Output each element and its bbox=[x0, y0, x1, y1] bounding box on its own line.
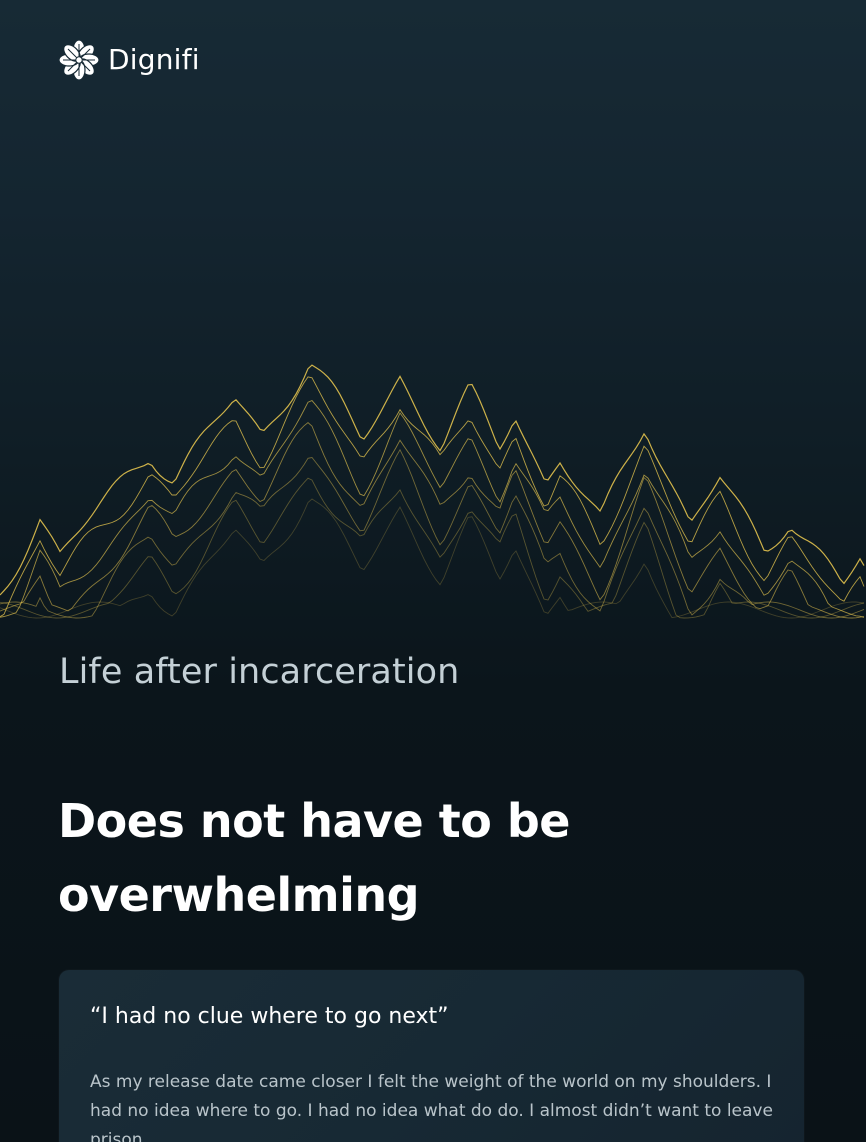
testimonial-quote: “I had no clue where to go next” bbox=[90, 1004, 449, 1029]
hero-subtitle: Life after incarceration bbox=[59, 652, 460, 692]
site-header: Dignifi bbox=[58, 38, 200, 82]
hero-headline: Does not have to be overwhelming bbox=[58, 794, 570, 922]
testimonial-body: As my release date came closer I felt th… bbox=[90, 1072, 773, 1142]
testimonial-card: “I had no clue where to go next” As my r… bbox=[59, 970, 804, 1142]
wireframe-mountain-illustration bbox=[0, 364, 865, 680]
brand-name[interactable]: Dignifi bbox=[108, 46, 200, 74]
flower-logo-icon[interactable] bbox=[58, 39, 100, 81]
